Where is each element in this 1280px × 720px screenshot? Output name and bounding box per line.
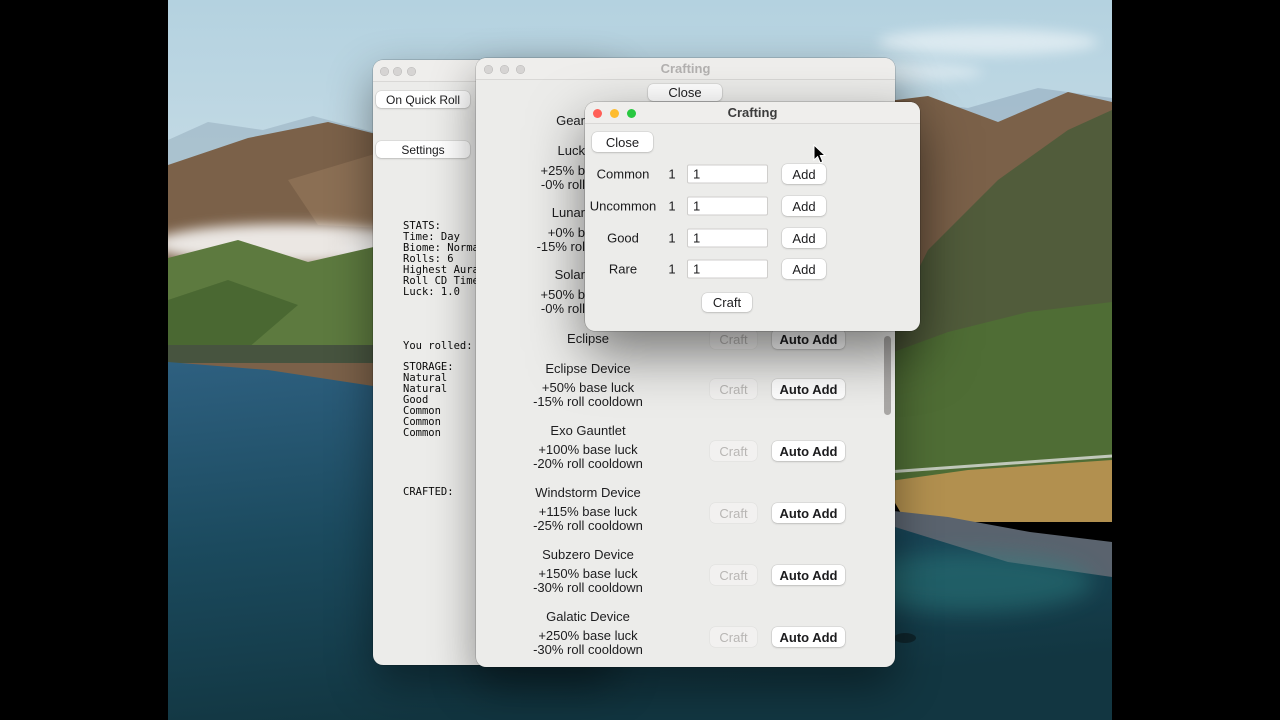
- item-desc: +100% base luck: [476, 443, 700, 457]
- gear-header-fragment: Gear: [476, 113, 585, 129]
- crafted-line: CRAFTED:: [403, 487, 454, 498]
- quick-roll-label: On Quick Roll: [386, 93, 460, 107]
- item-desc: +150% base luck: [476, 567, 700, 581]
- craft-button[interactable]: Craft: [710, 565, 757, 585]
- item-desc-fragment: -15% rol: [476, 239, 585, 255]
- item-name: Exo Gauntlet: [476, 423, 700, 439]
- item-desc: -30% roll cooldown: [476, 581, 700, 595]
- craft-row-good: Good 1 Add: [585, 227, 920, 249]
- row-count: 1: [665, 199, 679, 214]
- item-desc-fragment: -0% roll: [476, 301, 585, 317]
- crafting-window: Crafting Close Common 1 Add Uncommon 1 A…: [585, 102, 920, 331]
- rolled-line: You rolled: N: [403, 341, 485, 352]
- storage-block: STORAGE: Natural Natural Good Common Com…: [403, 362, 454, 439]
- row-label: Rare: [585, 262, 661, 277]
- row-label: Common: [585, 167, 661, 182]
- auto-add-button[interactable]: Auto Add: [772, 503, 845, 523]
- close-traffic-icon[interactable]: [380, 67, 389, 76]
- craft-label: Craft: [719, 382, 747, 397]
- add-label: Add: [792, 231, 815, 246]
- gear-close-label: Close: [668, 85, 701, 100]
- craft-row-common: Common 1 Add: [585, 163, 920, 185]
- add-button[interactable]: Add: [782, 196, 826, 216]
- item-name-fragment: Lunar: [476, 205, 585, 221]
- craft-label: Craft: [719, 568, 747, 583]
- row-label: Uncommon: [585, 199, 661, 214]
- settings-button[interactable]: Settings: [376, 141, 470, 158]
- storage-line: Common: [403, 428, 454, 439]
- item-name: Galatic Device: [476, 609, 700, 625]
- craft-main-label: Craft: [713, 295, 741, 310]
- crafting-window-titlebar[interactable]: Crafting: [585, 102, 920, 124]
- craft-button[interactable]: Craft: [710, 379, 757, 399]
- craft-row-rare: Rare 1 Add: [585, 258, 920, 280]
- row-count: 1: [665, 167, 679, 182]
- item-name: Subzero Device: [476, 547, 700, 563]
- craft-button[interactable]: Craft: [710, 441, 757, 461]
- auto-add-button[interactable]: Auto Add: [772, 441, 845, 461]
- craft-button-eclipse[interactable]: Craft: [710, 329, 757, 349]
- zoom-traffic-icon[interactable]: [407, 67, 416, 76]
- craft-button[interactable]: Craft: [710, 627, 757, 647]
- item-name-fragment: Luck: [476, 143, 585, 159]
- settings-label: Settings: [401, 143, 444, 157]
- item-desc-fragment: -0% roll: [476, 177, 585, 193]
- item-name: Windstorm Device: [476, 485, 700, 501]
- item-desc: -25% roll cooldown: [476, 519, 700, 533]
- item-desc: +50% base luck: [476, 381, 700, 395]
- crafting-close-label: Close: [606, 135, 639, 150]
- minimize-traffic-icon[interactable]: [393, 67, 402, 76]
- item-desc: -20% roll cooldown: [476, 457, 700, 471]
- auto-add-button[interactable]: Auto Add: [772, 565, 845, 585]
- row-label: Good: [585, 231, 661, 246]
- auto-add-label: Auto Add: [780, 444, 838, 459]
- stats-block: STATS: Time: Day Biome: Normal Rolls: 6 …: [403, 221, 485, 298]
- craft-label: Craft: [719, 444, 747, 459]
- craft-row-uncommon: Uncommon 1 Add: [585, 195, 920, 217]
- craft-button[interactable]: Craft: [710, 503, 757, 523]
- stats-line: Luck: 1.0: [403, 287, 485, 298]
- item-desc: +115% base luck: [476, 505, 700, 519]
- auto-add-button[interactable]: Auto Add: [772, 379, 845, 399]
- crafting-close-button[interactable]: Close: [592, 132, 653, 152]
- item-name-fragment: Solar: [476, 267, 585, 283]
- quantity-input[interactable]: [687, 229, 768, 248]
- add-label: Add: [792, 262, 815, 277]
- quick-roll-button[interactable]: On Quick Roll: [376, 91, 470, 108]
- scrollbar-thumb[interactable]: [884, 336, 891, 415]
- auto-add-label: Auto Add: [780, 382, 838, 397]
- craft-label: Craft: [719, 506, 747, 521]
- desktop: On Quick Roll Settings STATS: Time: Day …: [0, 0, 1280, 720]
- mouse-cursor: [813, 144, 827, 164]
- add-label: Add: [792, 199, 815, 214]
- window-title: Crafting: [476, 58, 895, 80]
- item-desc: -15% roll cooldown: [476, 395, 700, 409]
- auto-add-label: Auto Add: [780, 568, 838, 583]
- craft-label: Craft: [719, 630, 747, 645]
- gear-close-button[interactable]: Close: [648, 84, 722, 101]
- item-desc: +250% base luck: [476, 629, 700, 643]
- quantity-input[interactable]: [687, 197, 768, 216]
- window-title: Crafting: [585, 102, 920, 124]
- craft-label: Craft: [719, 332, 747, 347]
- auto-add-label: Auto Add: [780, 506, 838, 521]
- add-button[interactable]: Add: [782, 228, 826, 248]
- auto-add-label: Auto Add: [780, 332, 838, 347]
- quantity-input[interactable]: [687, 260, 768, 279]
- gear-window-titlebar[interactable]: Crafting: [476, 58, 895, 80]
- auto-add-label: Auto Add: [780, 630, 838, 645]
- item-name-eclipse: Eclipse: [476, 331, 700, 347]
- craft-button-main[interactable]: Craft: [702, 293, 752, 312]
- row-count: 1: [665, 231, 679, 246]
- row-count: 1: [665, 262, 679, 277]
- add-button[interactable]: Add: [782, 259, 826, 279]
- add-label: Add: [792, 167, 815, 182]
- quantity-input[interactable]: [687, 165, 768, 184]
- add-button[interactable]: Add: [782, 164, 826, 184]
- auto-add-button-eclipse[interactable]: Auto Add: [772, 329, 845, 349]
- item-desc: -30% roll cooldown: [476, 643, 700, 657]
- auto-add-button[interactable]: Auto Add: [772, 627, 845, 647]
- item-name: Eclipse Device: [476, 361, 700, 377]
